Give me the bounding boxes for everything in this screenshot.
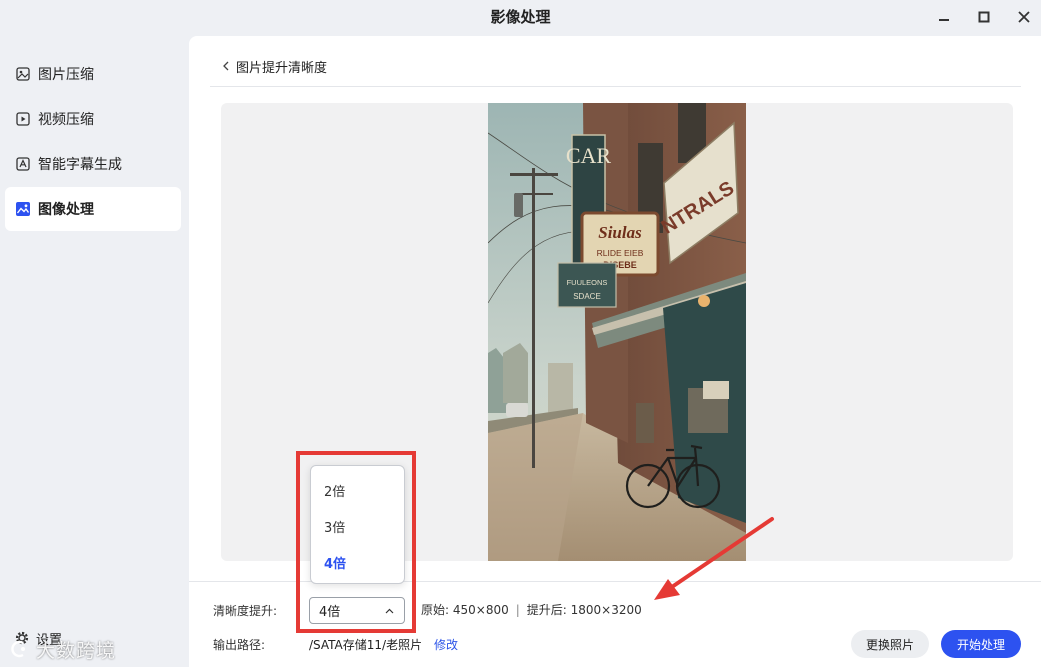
output-path-value: /SATA存储11/老照片: [309, 638, 423, 652]
photo-sign-vertical: CAR: [566, 143, 612, 168]
start-processing-button[interactable]: 开始处理: [941, 630, 1021, 658]
upscaled-resolution: 提升后: 1800×3200: [526, 603, 642, 617]
clarity-dropdown-menu: 2倍 3倍 4倍: [310, 465, 405, 584]
chevron-left-icon: [222, 61, 230, 71]
video-icon: [15, 111, 31, 127]
watermark-text: 大数跨境: [36, 639, 117, 662]
sidebar-item-label: 智能字幕生成: [38, 157, 122, 173]
sidebar-item-subtitle[interactable]: 智能字幕生成: [5, 142, 181, 186]
info-separator: |: [515, 603, 520, 617]
resolution-info: 原始: 450×800 | 提升后: 1800×3200: [421, 601, 642, 618]
photo-sign-main: Siulas: [598, 223, 642, 242]
photo-sign-main-sub1: RLIDE EIEB: [597, 248, 644, 258]
close-icon[interactable]: [1014, 7, 1034, 27]
clarity-select[interactable]: 4倍: [309, 597, 405, 624]
output-path-label: 输出路径:: [213, 638, 266, 652]
chevron-up-icon: [385, 603, 394, 618]
sidebar-item-label: 图像处理: [38, 202, 94, 218]
clarity-select-value: 4倍: [319, 605, 341, 620]
original-resolution: 原始: 450×800: [421, 603, 509, 617]
dropdown-option-4x[interactable]: 4倍: [324, 553, 346, 572]
minimize-icon[interactable]: [934, 7, 954, 27]
sidebar-item-video-compress[interactable]: 视频压缩: [5, 97, 181, 141]
photo-sign-small1: FUULEONS: [567, 278, 608, 287]
subtitle-icon: [15, 156, 31, 172]
replace-photo-button[interactable]: 更换照片: [851, 630, 929, 658]
watermark: 大数跨境: [8, 636, 116, 662]
clarity-label: 清晰度提升:: [213, 604, 278, 618]
sidebar-item-label: 图片压缩: [38, 67, 94, 83]
sidebar: 图片压缩 视频压缩 智能字幕生成 图像处理: [0, 34, 188, 667]
window-title: 影像处理: [490, 8, 551, 26]
breadcrumb[interactable]: 图片提升清晰度: [222, 57, 328, 76]
breadcrumb-label: 图片提升清晰度: [236, 60, 328, 76]
image-processing-icon: [15, 201, 31, 217]
modify-path-link[interactable]: 修改: [434, 636, 458, 653]
sidebar-item-label: 视频压缩: [38, 112, 94, 128]
dropdown-option-2x[interactable]: 2倍: [324, 481, 345, 500]
watermark-logo-icon: [8, 638, 30, 660]
photo-sign-small2: SDACE: [573, 292, 601, 301]
dropdown-option-3x[interactable]: 3倍: [324, 517, 345, 536]
sidebar-item-image-processing[interactable]: 图像处理: [5, 187, 181, 231]
title-bar: 影像处理: [0, 0, 1041, 34]
image-icon: [15, 66, 31, 82]
preview-photo: CAR Siulas RLIDE EIEB DISEBE FUULEONS SD…: [488, 103, 746, 561]
sidebar-item-image-compress[interactable]: 图片压缩: [5, 52, 181, 96]
maximize-icon[interactable]: [974, 7, 994, 27]
header-divider: [210, 86, 1021, 87]
